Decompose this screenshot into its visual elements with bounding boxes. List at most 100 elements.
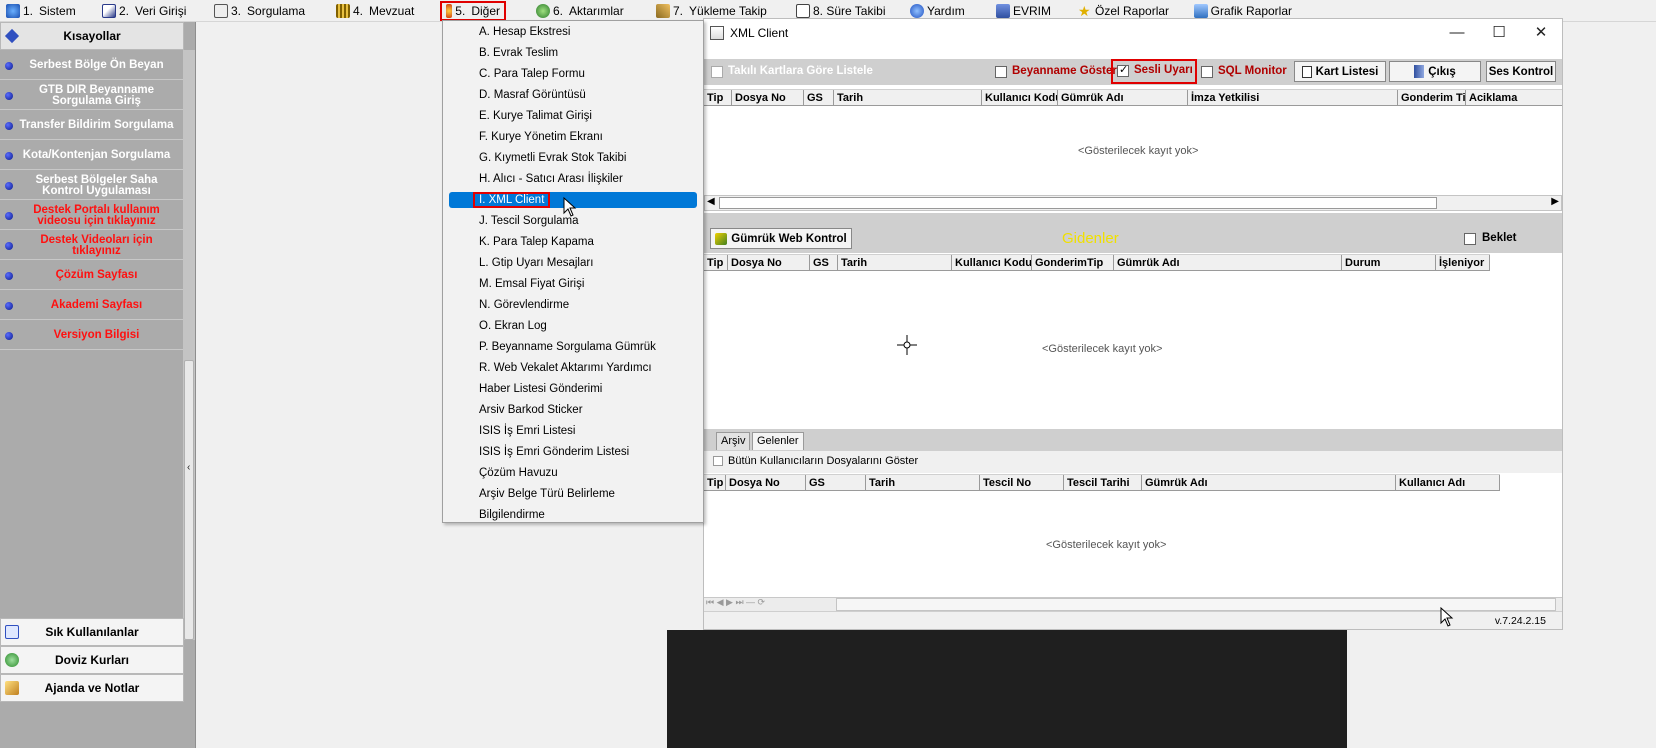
gidenler-grid-header: Tip Dosya No GS Tarih Kullanıcı Kodu Gon…	[704, 254, 1490, 271]
tab-arsiv[interactable]: Arşiv	[716, 432, 751, 450]
nav-first-icon[interactable]: ⏮ ◀ ▶ ⏭ — ⟳	[706, 597, 765, 608]
gelenler-col-gumruk-adi[interactable]: Gümrük Adı	[1142, 475, 1396, 491]
sidebar-scrollbar[interactable]	[183, 50, 195, 640]
gidenler-col-gumruk-adi[interactable]: Gümrük Adı	[1114, 255, 1342, 271]
menu-sorgulama[interactable]: 3. Sorgulama	[208, 1, 330, 21]
bullet-icon	[5, 302, 13, 310]
sidebar-scroll-thumb[interactable]	[184, 360, 194, 640]
sidebar-item-saha-kontrol[interactable]: Serbest Bölgeler Saha Kontrol Uygulaması	[0, 172, 183, 200]
bullet-icon	[5, 152, 13, 160]
beklet-checkbox[interactable]	[1464, 233, 1476, 245]
sidebar-item-transfer-bildirim[interactable]: Transfer Bildirim Sorgulama	[0, 112, 183, 140]
sidebar-item-kota[interactable]: Kota/Kontenjan Sorgulama	[0, 142, 183, 170]
menu-item-bilgilendirme[interactable]: Bilgilendirme	[449, 507, 697, 523]
mouse-pointer-icon	[563, 196, 577, 220]
menu-item-gtip-uyari[interactable]: L. Gtip Uyarı Mesajları	[449, 255, 697, 271]
grid1-col-imza-yetkilisi[interactable]: İmza Yetkilisi	[1188, 90, 1398, 106]
scroll-right-icon[interactable]: ▶	[1551, 196, 1559, 207]
ses-kontrol-button[interactable]: Ses Kontrol	[1486, 61, 1556, 82]
menu-item-kiymetli-evrak[interactable]: G. Kıymetli Evrak Stok Takibi	[449, 150, 697, 166]
menu-item-alici-satici[interactable]: H. Alıcı - Satıcı Arası İlişkiler	[449, 171, 697, 187]
takili-kartlar-checkbox[interactable]	[711, 66, 723, 78]
bullet-icon	[5, 272, 13, 280]
window-titlebar[interactable]: XML Client	[704, 19, 1562, 47]
query-icon	[214, 3, 228, 18]
gelenler-col-kullanici-adi[interactable]: Kullanıcı Adı	[1396, 475, 1500, 491]
gelenler-col-gs[interactable]: GS	[806, 475, 866, 491]
gidenler-col-kullanici-kodu[interactable]: Kullanıcı Kodu	[952, 255, 1032, 271]
sidebar-favorites[interactable]: Sık Kullanılanlar	[0, 618, 184, 646]
menu-item-cozum-havuzu[interactable]: Çözüm Havuzu	[449, 465, 697, 481]
menu-item-evrak-teslim[interactable]: B. Evrak Teslim	[449, 45, 697, 61]
grid1-col-dosya-no[interactable]: Dosya No	[732, 90, 804, 106]
gelenler-col-tip[interactable]: Tip	[704, 475, 726, 491]
menu-item-web-vekalet[interactable]: R. Web Vekalet Aktarımı Yardımcı	[449, 360, 697, 376]
sidebar-currency[interactable]: Doviz Kurları	[0, 646, 184, 674]
sesli-uyari-toggle[interactable]: Sesli Uyarı	[1111, 59, 1197, 84]
gidenler-col-tip[interactable]: Tip	[704, 255, 728, 271]
sidebar-header[interactable]: Kısayollar	[0, 22, 184, 50]
beyanname-goster-checkbox[interactable]	[995, 66, 1007, 78]
sidebar-item-cozum-sayfasi[interactable]: Çözüm Sayfası	[0, 262, 183, 290]
sql-monitor-checkbox[interactable]	[1201, 66, 1213, 78]
gumruk-web-kontrol-button[interactable]: Gümrük Web Kontrol	[710, 228, 852, 249]
menu-item-isis-is-emri[interactable]: ISIS İş Emri Listesi	[449, 423, 697, 439]
menu-item-arsiv-barkod[interactable]: Arsiv Barkod Sticker	[449, 402, 697, 418]
sidebar-item-gtb-dir[interactable]: GTB DIR Beyanname Sorgulama Giriş	[0, 82, 183, 110]
show-all-users-checkbox[interactable]	[713, 456, 723, 466]
menu-item-para-talep-formu[interactable]: C. Para Talep Formu	[449, 66, 697, 82]
gidenler-col-gonderim-tip[interactable]: GonderimTip	[1032, 255, 1114, 271]
menu-item-emsal-fiyat[interactable]: M. Emsal Fiyat Girişi	[449, 276, 697, 292]
maximize-button[interactable]: ☐	[1484, 23, 1514, 43]
kart-listesi-button[interactable]: Kart Listesi	[1294, 61, 1386, 82]
sidebar-item-serbest-bolge[interactable]: Serbest Bölge Ön Beyan	[0, 52, 183, 80]
sidebar-item-destek-portali[interactable]: Destek Portalı kullanım videosu için tık…	[0, 202, 183, 230]
sidebar-item-versiyon[interactable]: Versiyon Bilgisi	[0, 322, 183, 350]
sidebar-item-destek-videolari[interactable]: Destek Videoları için tıklayınız	[0, 232, 183, 260]
menu-item-para-talep-kapama[interactable]: K. Para Talep Kapama	[449, 234, 697, 250]
grid1-col-gumruk-adi[interactable]: Gümrük Adı	[1058, 90, 1188, 106]
gidenler-col-dosya-no[interactable]: Dosya No	[728, 255, 810, 271]
grid1-hscrollbar[interactable]: ◀ ▶	[704, 195, 1562, 211]
menu-item-kurye-yonetim[interactable]: F. Kurye Yönetim Ekranı	[449, 129, 697, 145]
sidebar-agenda[interactable]: Ajanda ve Notlar	[0, 674, 184, 702]
menu-mevzuat[interactable]: 4. Mevzuat	[330, 1, 440, 21]
grid1-col-aciklama[interactable]: Aciklama	[1466, 90, 1562, 106]
gidenler-col-durum[interactable]: Durum	[1342, 255, 1436, 271]
menu-diger[interactable]: 5. Diğer	[440, 0, 506, 21]
gelenler-col-dosya-no[interactable]: Dosya No	[726, 475, 806, 491]
menu-item-beyanname-sorgulama[interactable]: P. Beyanname Sorgulama Gümrük	[449, 339, 697, 355]
grid1-col-tarih[interactable]: Tarih	[834, 90, 982, 106]
menu-item-isis-gonderim[interactable]: ISIS İş Emri Gönderim Listesi	[449, 444, 697, 460]
sidebar-collapse-arrow-icon[interactable]: ‹	[187, 462, 190, 473]
sidebar-item-akademi[interactable]: Akademi Sayfası	[0, 292, 183, 320]
grid1-col-gonderim-tipi[interactable]: Gonderim Tipi	[1398, 90, 1466, 106]
scroll-left-icon[interactable]: ◀	[707, 196, 715, 207]
cikis-button[interactable]: Çıkış	[1389, 61, 1481, 82]
close-button[interactable]: ✕	[1526, 23, 1556, 43]
gidenler-col-tarih[interactable]: Tarih	[838, 255, 952, 271]
sesli-uyari-checkbox[interactable]	[1117, 63, 1129, 77]
menu-item-haber-listesi[interactable]: Haber Listesi Gönderimi	[449, 381, 697, 397]
menu-item-gorevlendirme[interactable]: N. Görevlendirme	[449, 297, 697, 313]
tab-gelenler[interactable]: Gelenler	[752, 432, 804, 450]
menu-item-masraf-goruntusu[interactable]: D. Masraf Görüntüsü	[449, 87, 697, 103]
menu-item-kurye-talimat[interactable]: E. Kurye Talimat Girişi	[449, 108, 697, 124]
menu-aktarimlar[interactable]: 6. Aktarımlar	[530, 1, 650, 21]
grid1-col-kullanici-kodu[interactable]: Kullanıcı Kodu	[982, 90, 1058, 106]
menu-item-ekran-log[interactable]: O. Ekran Log	[449, 318, 697, 334]
gelenler-col-tescil-no[interactable]: Tescil No	[980, 475, 1064, 491]
menu-veri-girisi[interactable]: 2. Veri Girişi	[96, 1, 208, 21]
grid1-hscroll-thumb[interactable]	[719, 197, 1437, 209]
menu-item-hesap-ekstresi[interactable]: A. Hesap Ekstresi	[449, 24, 697, 40]
gelenler-col-tescil-tarihi[interactable]: Tescil Tarihi	[1064, 475, 1142, 491]
sidebar-extra	[0, 702, 184, 728]
menu-sistem[interactable]: 1. Sistem	[0, 1, 96, 21]
gelenler-col-tarih[interactable]: Tarih	[866, 475, 980, 491]
menu-item-arsiv-belge-turu[interactable]: Arşiv Belge Türü Belirleme	[449, 486, 697, 502]
grid1-col-tip[interactable]: Tip	[704, 90, 732, 106]
minimize-button[interactable]: —	[1442, 23, 1472, 43]
gidenler-col-isleniyor[interactable]: İşleniyor	[1436, 255, 1490, 271]
grid1-col-gs[interactable]: GS	[804, 90, 834, 106]
gidenler-col-gs[interactable]: GS	[810, 255, 838, 271]
